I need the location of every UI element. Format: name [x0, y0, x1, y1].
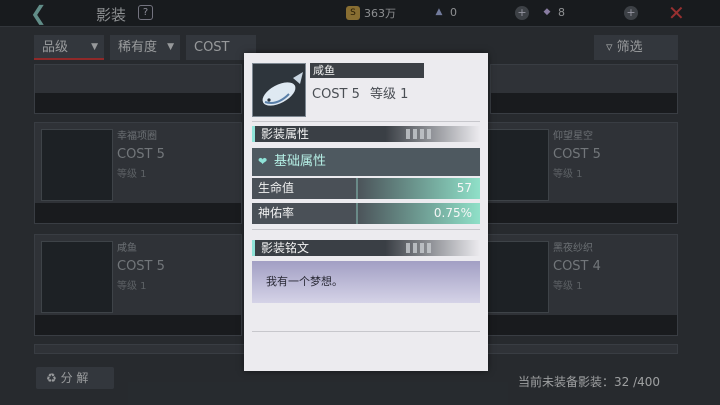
inscription-box: 我有一个梦想。	[252, 261, 480, 303]
stat-row: 生命值 57	[252, 178, 480, 199]
stat-divider	[356, 178, 358, 199]
section-attributes: 影装属性	[252, 126, 480, 142]
decor-icon	[406, 243, 432, 253]
decor-icon	[406, 129, 432, 139]
stat-key: 神佑率	[258, 206, 295, 220]
equipment-detail-popup: 咸鱼 COST 5 等级 1 影装属性 ❤ 基础属性 生命值 57 神佑率 0.…	[244, 53, 488, 371]
section-inscription-title: 影装铭文	[261, 241, 310, 255]
section-attributes-title: 影装属性	[261, 127, 310, 141]
equipment-level: 等级 1	[370, 87, 409, 102]
section-inscription: 影装铭文	[252, 240, 480, 256]
equipment-cost: COST 5	[312, 87, 360, 102]
stat-divider	[356, 203, 358, 224]
equipment-thumbnail	[252, 63, 306, 117]
stat-value: 57	[456, 181, 472, 195]
basic-attributes-label: 基础属性	[274, 154, 327, 169]
divider	[252, 331, 480, 332]
stat-value: 0.75%	[433, 206, 472, 220]
basic-attributes-header: ❤ 基础属性	[252, 148, 480, 176]
heart-icon: ❤	[258, 155, 268, 168]
stat-key: 生命值	[258, 181, 295, 195]
inscription-text: 我有一个梦想。	[266, 275, 343, 288]
equipment-info: COST 5 等级 1	[312, 83, 414, 102]
divider	[252, 229, 480, 230]
divider	[252, 121, 480, 122]
stat-row: 神佑率 0.75%	[252, 203, 480, 224]
equipment-name: 咸鱼	[310, 63, 424, 78]
